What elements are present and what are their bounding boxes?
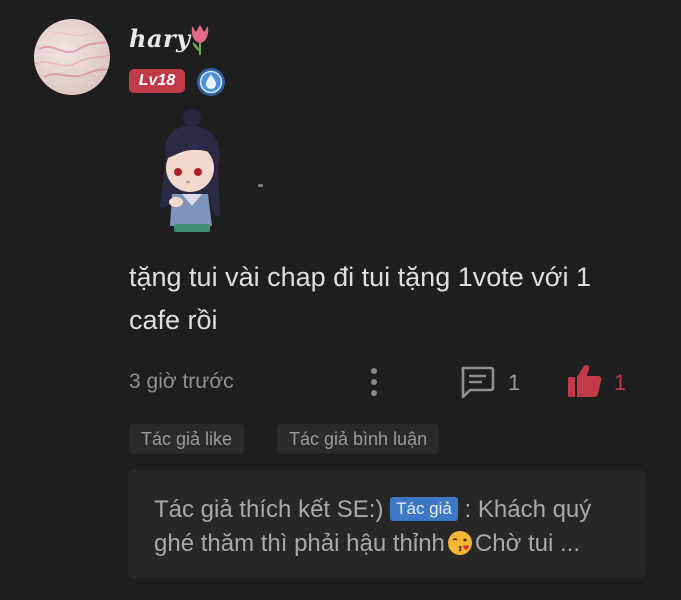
tag-author-liked: Tác giả like [129,424,245,454]
water-drop-rank-icon [197,68,225,96]
reply-count: 1 [508,370,521,395]
kissing-face-emoji [447,531,472,555]
level-badge: Lv18 [129,69,185,93]
comment-timestamp: 3 giờ trước [129,370,234,393]
comment-text: tặng tui vài chap đi tui tặng 1vote với … [129,262,591,335]
reply-prefix: Tác giả thích kết SE:) [154,496,384,523]
avatar[interactable] [34,19,110,95]
tulip-icon [191,25,209,55]
username[interactable]: hary [129,24,191,53]
reply-ellipsis: Chờ tui ... [474,530,580,557]
more-options-icon[interactable] [366,365,382,399]
thumbs-up-icon[interactable] [566,363,604,399]
comment-icon[interactable] [458,364,496,400]
author-reply-text: Tác giả thích kết SE:) Tác giả : Khách q… [154,493,634,561]
author-reply-preview[interactable]: Tác giả thích kết SE:) Tác giả : Khách q… [128,470,645,578]
author-badge: Tác giả [390,497,458,521]
decorative-dot [258,184,263,187]
chibi-girl-sticker [160,109,220,232]
like-count: 1 [614,370,627,395]
tag-author-commented: Tác giả bình luận [277,424,440,454]
